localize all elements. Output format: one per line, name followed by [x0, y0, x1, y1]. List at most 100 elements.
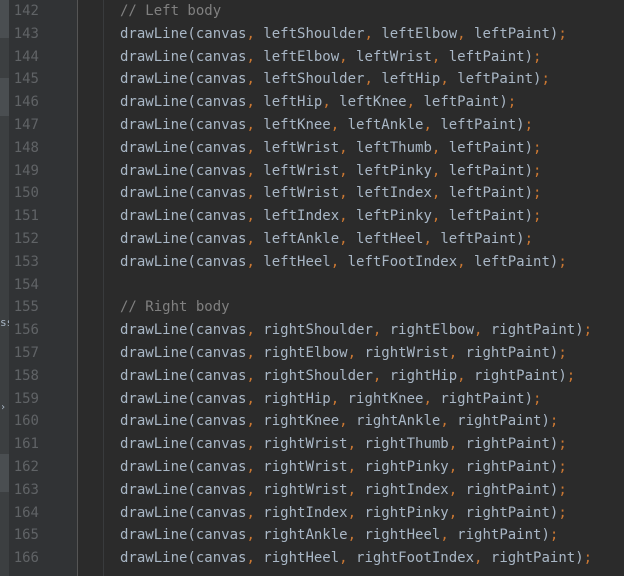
- comma: ,: [246, 436, 264, 453]
- close-paren: ): [541, 527, 550, 544]
- comma: ,: [457, 367, 475, 384]
- argument: leftPaint: [474, 253, 550, 270]
- code-line[interactable]: drawLine(canvas, leftIndex, leftPinky, l…: [120, 205, 541, 228]
- comma: ,: [431, 185, 449, 202]
- comma: ,: [322, 94, 340, 111]
- comma: ,: [423, 231, 441, 247]
- comma: ,: [330, 117, 348, 133]
- line-number: 143: [13, 25, 39, 42]
- code-line[interactable]: drawLine(canvas, rightWrist, rightIndex,…: [120, 479, 567, 502]
- tool-window-tab[interactable]: [0, 78, 9, 116]
- comma: ,: [448, 459, 466, 475]
- comma: ,: [339, 413, 357, 430]
- code-line[interactable]: drawLine(canvas, leftElbow, leftWrist, l…: [120, 46, 541, 69]
- argument: rightWrist: [364, 345, 449, 361]
- code-line[interactable]: // Left body: [120, 0, 221, 23]
- comma: ,: [431, 139, 449, 156]
- code-line[interactable]: // Right body: [120, 296, 230, 319]
- argument: leftShoulder: [263, 71, 365, 88]
- comma: ,: [448, 345, 466, 361]
- line-number: 157: [13, 345, 39, 361]
- comma: ,: [448, 504, 466, 521]
- function-call: drawLine(canvas: [120, 322, 247, 339]
- code-line[interactable]: drawLine(canvas, leftWrist, leftThumb, l…: [120, 137, 541, 160]
- comma: ,: [364, 25, 382, 42]
- line-number: 164: [13, 504, 39, 521]
- comma: ,: [339, 550, 357, 567]
- argument: rightPaint: [465, 345, 550, 361]
- comma: ,: [431, 162, 449, 179]
- comma: ,: [347, 459, 365, 475]
- code-line[interactable]: drawLine(canvas, rightShoulder, rightElb…: [120, 319, 592, 342]
- comma: ,: [339, 185, 357, 202]
- argument: rightKnee: [263, 413, 340, 430]
- comma: ,: [246, 550, 264, 567]
- code-comment: // Right body: [120, 299, 230, 316]
- code-line[interactable]: drawLine(canvas, rightIndex, rightPinky,…: [120, 502, 567, 525]
- code-line[interactable]: drawLine(canvas, leftAnkle, leftHeel, le…: [120, 228, 533, 251]
- code-line[interactable]: drawLine(canvas, leftShoulder, leftElbow…: [120, 23, 567, 46]
- code-line[interactable]: drawLine(canvas, rightKnee, rightAnkle, …: [120, 410, 558, 433]
- code-line[interactable]: drawLine(canvas, leftHip, leftKnee, left…: [120, 91, 516, 114]
- side-panel-arrow-icon[interactable]: ›: [0, 402, 9, 414]
- code-line[interactable]: drawLine(canvas, rightWrist, rightPinky,…: [120, 456, 567, 479]
- comma: ,: [448, 481, 466, 498]
- code-line[interactable]: drawLine(canvas, leftWrist, leftIndex, l…: [120, 182, 541, 205]
- code-line[interactable]: drawLine(canvas, rightShoulder, rightHip…: [120, 365, 575, 388]
- close-paren: ): [524, 185, 534, 202]
- comma: ,: [246, 322, 264, 339]
- comma: ,: [339, 48, 357, 65]
- comma: ,: [347, 345, 365, 361]
- vertical-scrollbar[interactable]: [616, 0, 624, 576]
- semicolon: ;: [533, 162, 542, 179]
- tool-window-tab[interactable]: [0, 454, 9, 492]
- argument: leftThumb: [356, 139, 432, 156]
- argument: rightPaint: [465, 436, 550, 453]
- close-paren: ): [575, 322, 584, 339]
- argument: rightHeel: [263, 550, 340, 567]
- comma: ,: [406, 94, 424, 111]
- function-call: drawLine(canvas: [120, 459, 247, 475]
- code-line[interactable]: drawLine(canvas, rightAnkle, rightHeel, …: [120, 524, 558, 547]
- argument: leftElbow: [263, 48, 340, 65]
- comma: ,: [246, 71, 264, 88]
- close-paren: ): [516, 117, 525, 133]
- comma: ,: [246, 345, 264, 361]
- line-number: 160: [13, 413, 39, 430]
- argument: rightIndex: [263, 504, 348, 521]
- code-line[interactable]: drawLine(canvas, leftKnee, leftAnkle, le…: [120, 114, 533, 137]
- function-call: drawLine(canvas: [120, 48, 247, 65]
- line-number: 147: [13, 117, 39, 133]
- argument: rightElbow: [389, 322, 475, 339]
- function-call: drawLine(canvas: [120, 185, 247, 202]
- argument: leftAnkle: [347, 117, 424, 133]
- close-paren: ): [524, 48, 534, 65]
- comma: ,: [474, 550, 491, 567]
- line-number: 158: [13, 367, 39, 384]
- side-tool-window-strip[interactable]: ss ›: [0, 0, 9, 576]
- close-paren: ): [524, 139, 534, 156]
- code-line[interactable]: drawLine(canvas, rightElbow, rightWrist,…: [120, 342, 567, 365]
- line-number: 146: [13, 94, 39, 111]
- comma: ,: [347, 504, 365, 521]
- code-line[interactable]: drawLine(canvas, leftHeel, leftFootIndex…: [120, 251, 567, 274]
- code-line[interactable]: drawLine(canvas, rightHeel, rightFootInd…: [120, 547, 592, 570]
- function-call: drawLine(canvas: [120, 231, 247, 247]
- code-line[interactable]: drawLine(canvas, rightHip, rightKnee, ri…: [120, 388, 541, 411]
- argument: leftIndex: [356, 185, 432, 202]
- argument: rightPaint: [440, 390, 525, 407]
- code-line[interactable]: drawLine(canvas, rightWrist, rightThumb,…: [120, 433, 567, 456]
- code-line[interactable]: drawLine(canvas, leftShoulder, leftHip, …: [120, 68, 550, 91]
- semicolon: ;: [583, 322, 593, 339]
- argument: rightPaint: [490, 550, 576, 567]
- argument: leftWrist: [263, 139, 340, 156]
- comma: ,: [339, 162, 357, 179]
- code-editor[interactable]: ss › 142 143 144 145 146 147 148 149 150 151 152 15…: [0, 0, 624, 576]
- comma: ,: [246, 527, 264, 544]
- code-line[interactable]: drawLine(canvas, leftWrist, leftPinky, l…: [120, 160, 541, 183]
- comma: ,: [246, 481, 264, 498]
- semicolon: ;: [549, 527, 559, 544]
- comma: ,: [330, 390, 348, 407]
- function-call: drawLine(canvas: [120, 162, 247, 179]
- tool-window-tab[interactable]: [0, 0, 9, 38]
